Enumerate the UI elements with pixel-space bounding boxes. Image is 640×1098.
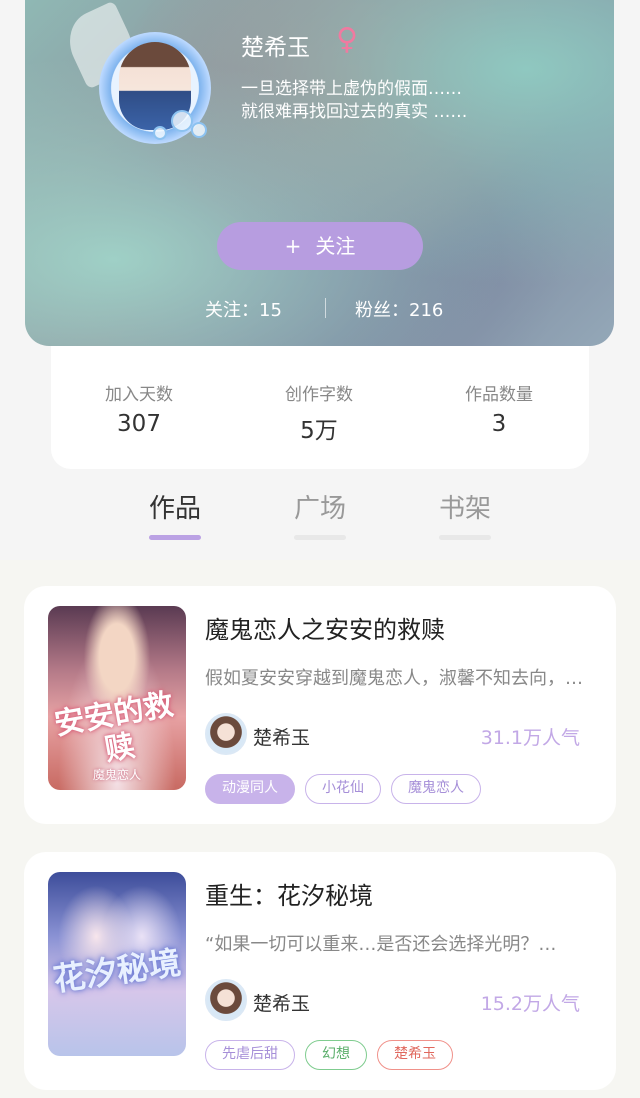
author-name[interactable]: 楚希玉 [253, 723, 310, 750]
tag[interactable]: 幻想 [305, 1040, 367, 1070]
info-value: 5万 [300, 418, 338, 444]
info-label: 作品数量 [465, 385, 533, 405]
tab-works[interactable]: 作品 [130, 488, 220, 540]
tab-indicator [294, 535, 346, 540]
tab-square[interactable]: 广场 [275, 488, 365, 540]
tab-indicator [439, 535, 491, 540]
book-card[interactable]: 安安的救赎 魔鬼恋人 魔鬼恋人之安安的救赎 假如夏安安穿越到魔鬼恋人，淑馨不知去… [24, 586, 616, 824]
tag[interactable]: 魔鬼恋人 [391, 774, 481, 804]
tab-indicator [149, 535, 201, 540]
tab-label: 书架 [438, 494, 491, 524]
popularity-count: 15.2万人气 [480, 993, 580, 1015]
fans-count[interactable]: 粉丝：216 [355, 296, 443, 322]
follow-button-label: 关注 [315, 234, 356, 258]
follow-stats: 关注：15 粉丝：216 [0, 296, 640, 322]
info-word-count: 创作字数 5万 [259, 380, 379, 445]
female-icon: ♀ [336, 22, 358, 57]
tag[interactable]: 小花仙 [305, 774, 381, 804]
following-count[interactable]: 关注：15 [205, 296, 282, 322]
popularity-count: 31.1万人气 [480, 727, 580, 749]
book-description: 假如夏安安穿越到魔鬼恋人，淑馨不知去向，她会遇见什么 [205, 668, 597, 689]
profile-tabs: 作品 广场 书架 [0, 488, 640, 548]
profile-name: 楚希玉 [241, 35, 310, 61]
book-cover[interactable]: 安安的救赎 魔鬼恋人 [48, 606, 186, 790]
info-label: 加入天数 [105, 385, 173, 405]
cover-subtitle: 魔鬼恋人 [92, 768, 141, 782]
book-description: “如果一切可以重来…是否还会选择光明？… [205, 934, 557, 955]
bio-line: 就很难再找回过去的真实 …… [241, 102, 468, 122]
tab-label: 作品 [148, 494, 201, 524]
profile-avatar[interactable] [59, 0, 221, 150]
plus-icon: + [284, 234, 302, 258]
tag[interactable]: 动漫同人 [205, 774, 295, 804]
tag[interactable]: 先虐后甜 [205, 1040, 295, 1070]
book-cover[interactable]: 花汐秘境 [48, 872, 186, 1056]
tag-list: 先虐后甜 幻想 楚希玉 [205, 1040, 463, 1070]
tab-bookshelf[interactable]: 书架 [420, 488, 510, 540]
book-title[interactable]: 重生：花汐秘境 [205, 876, 373, 911]
profile-header [25, 0, 614, 346]
author-avatar[interactable] [205, 979, 247, 1021]
cover-title: 花汐秘境 [50, 943, 184, 999]
info-join-days: 加入天数 307 [79, 380, 199, 437]
author-info-card: 加入天数 307 创作字数 5万 作品数量 3 [51, 346, 589, 469]
author-avatar[interactable] [205, 713, 247, 755]
book-title[interactable]: 魔鬼恋人之安安的救赎 [205, 610, 445, 645]
follow-button[interactable]: + 关注 [217, 222, 423, 270]
info-works-count: 作品数量 3 [439, 380, 559, 437]
stats-divider [325, 298, 326, 318]
info-value: 307 [117, 411, 161, 437]
tag-list: 动漫同人 小花仙 魔鬼恋人 [205, 774, 491, 804]
cover-title: 安安的救赎 [51, 687, 177, 769]
bubble-decoration-icon [171, 110, 193, 132]
info-value: 3 [491, 411, 507, 437]
bubble-decoration-icon [153, 126, 167, 140]
tag[interactable]: 楚希玉 [377, 1040, 453, 1070]
bio-line: 一旦选择带上虚伪的假面…… [241, 79, 462, 99]
tab-label: 广场 [293, 494, 346, 524]
info-label: 创作字数 [285, 385, 353, 405]
author-name[interactable]: 楚希玉 [253, 989, 310, 1016]
book-card[interactable]: 花汐秘境 重生：花汐秘境 “如果一切可以重来…是否还会选择光明？… 楚希玉 15… [24, 852, 616, 1090]
profile-bio: 一旦选择带上虚伪的假面…… 就很难再找回过去的真实 …… [241, 78, 467, 124]
bubble-decoration-icon [191, 122, 207, 138]
